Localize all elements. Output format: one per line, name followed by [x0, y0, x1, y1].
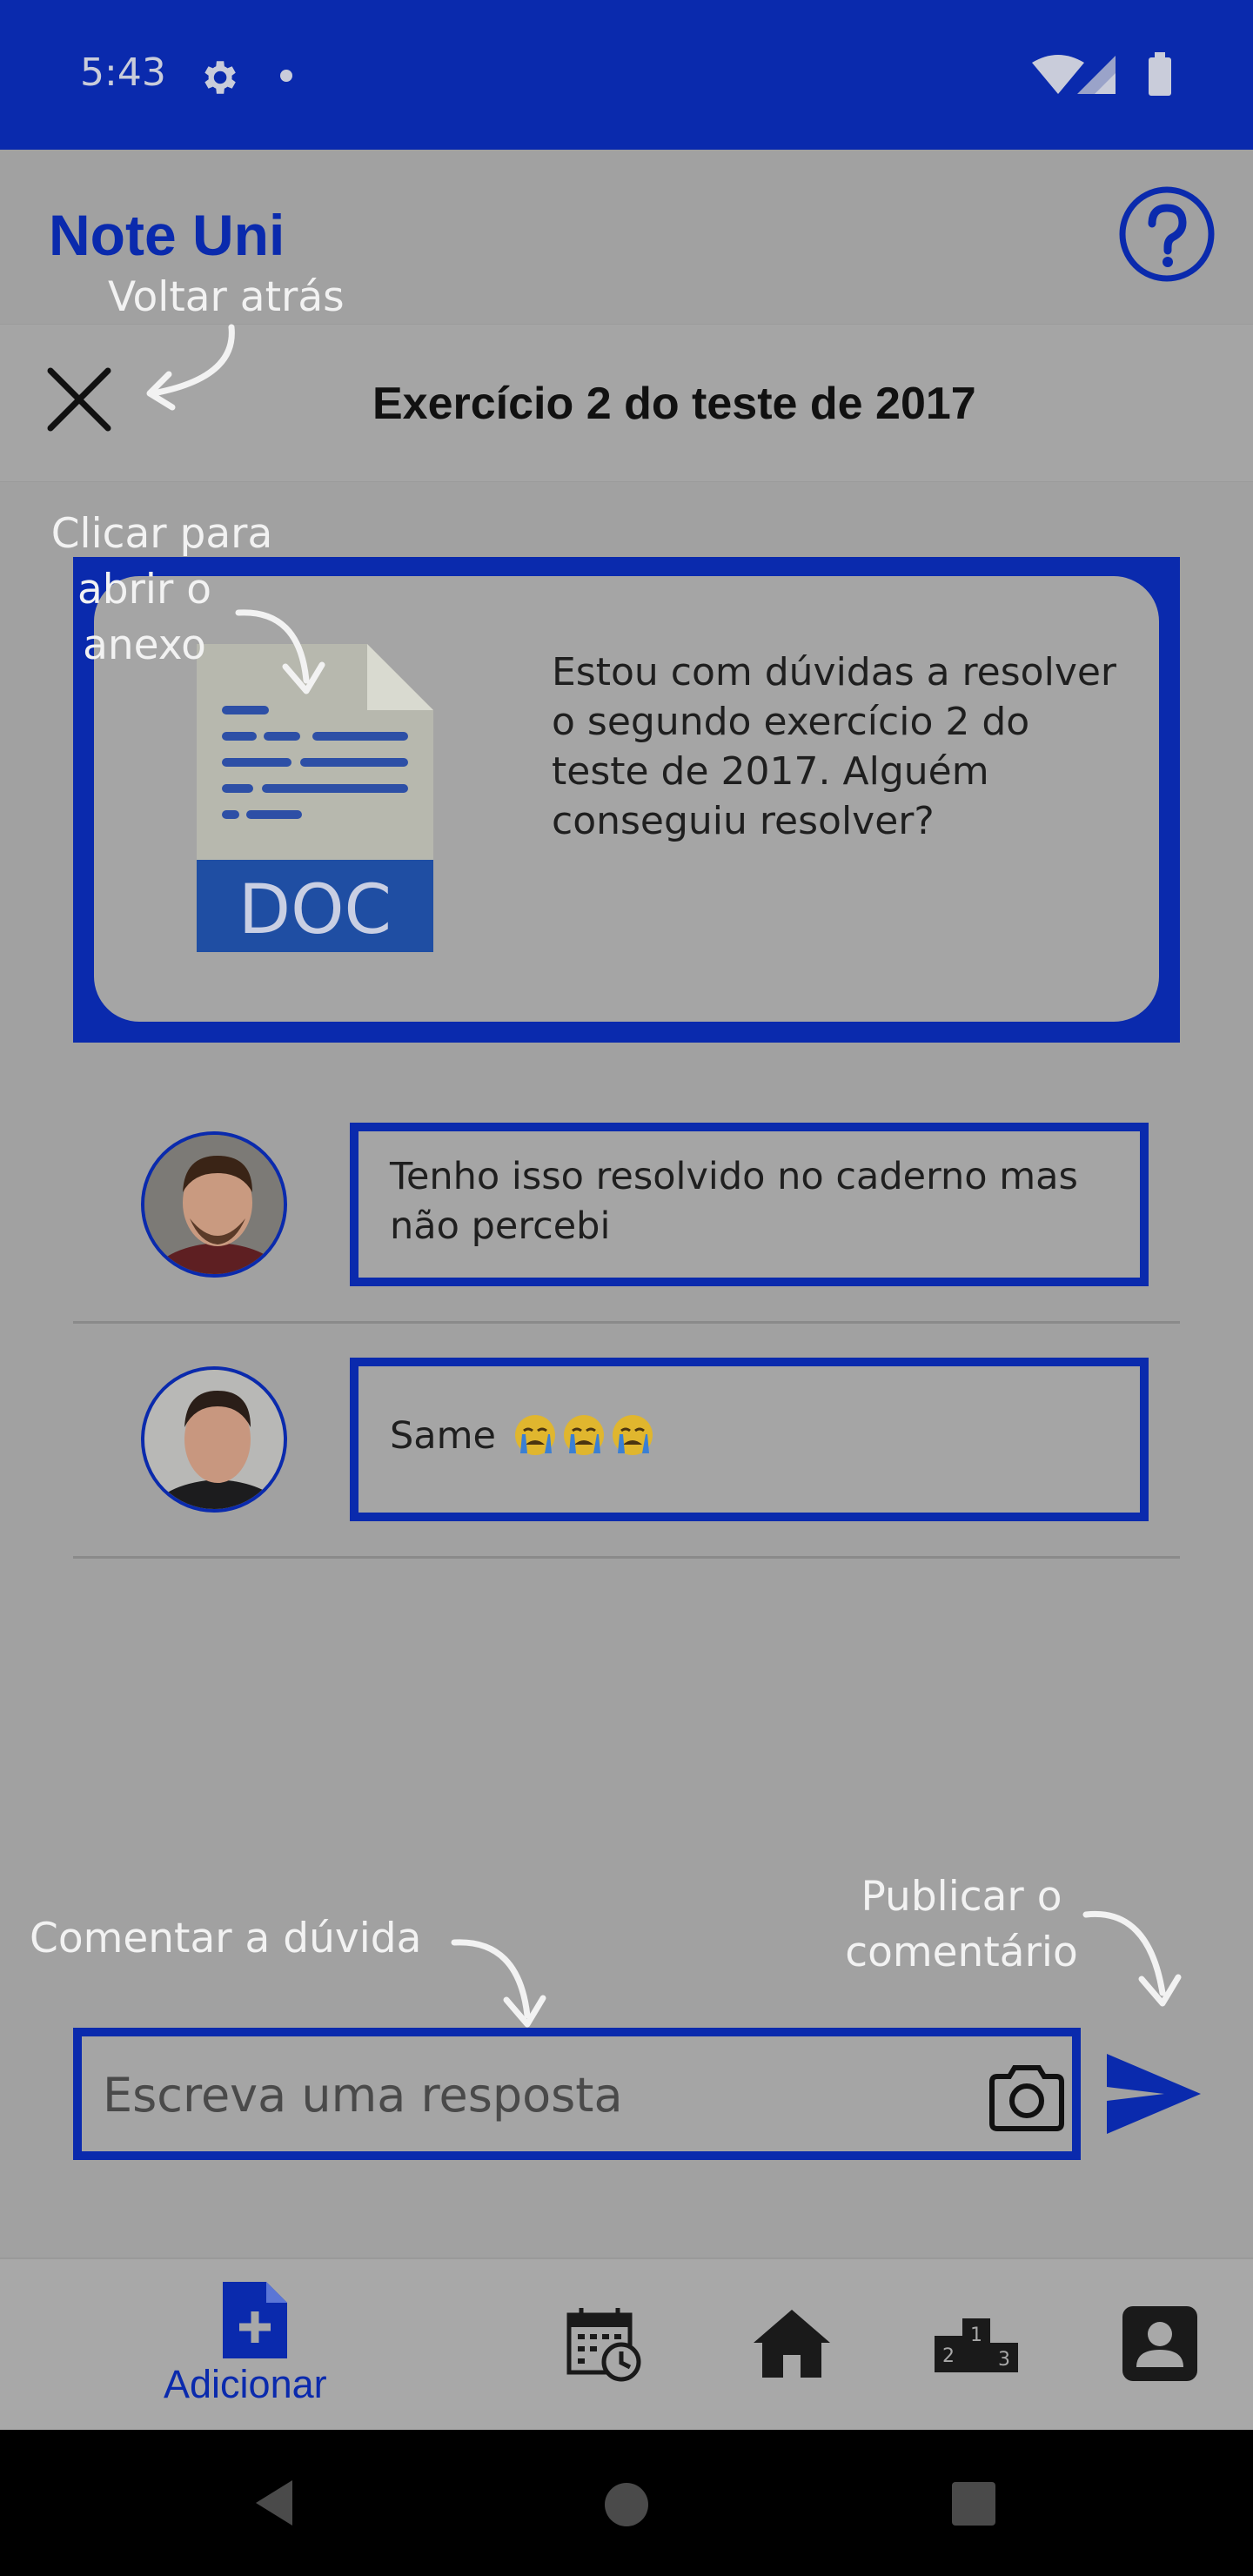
crying-face-emoji-icon: [612, 1415, 653, 1455]
divider: [73, 1321, 1180, 1324]
divider: [73, 1556, 1180, 1559]
annotation-arrow-icon: [146, 324, 235, 411]
camera-icon[interactable]: [987, 2063, 1067, 2132]
nav-item-add[interactable]: Adicionar: [148, 2259, 357, 2432]
annotation-publish: Publicar o comentário: [835, 1869, 1088, 1981]
svg-text:1: 1: [970, 2324, 982, 2346]
annotation-arrow-icon: [451, 1939, 546, 2028]
nav-add-label: Adicionar: [164, 2362, 327, 2406]
calendar-clock-icon: [566, 2308, 641, 2382]
reply-box: [73, 2028, 1081, 2160]
annotation-arrow-icon: [235, 609, 325, 694]
avatar: [141, 1366, 287, 1513]
comment-box: Same: [350, 1358, 1149, 1521]
comment-text-row: Same: [390, 1412, 1129, 1461]
annotation-arrow-icon: [1082, 1910, 1182, 2007]
home-icon: [754, 2310, 830, 2378]
add-document-icon: [223, 2282, 287, 2358]
comment-text: Tenho isso resolvido no caderno mas não …: [390, 1155, 1078, 1248]
recents-nav-icon[interactable]: [950, 2480, 997, 2527]
comment-box: Tenho isso resolvido no caderno mas não …: [350, 1123, 1149, 1286]
post-text: Estou com dúvidas a resolver o segundo e…: [552, 650, 1117, 843]
send-icon[interactable]: [1103, 2047, 1204, 2141]
bottom-nav: Adicionar 2 1 3: [0, 2257, 1253, 2430]
crying-face-emoji-icon: [514, 1415, 555, 1455]
status-time: 5:43: [80, 50, 166, 95]
nav-item-home[interactable]: [740, 2259, 853, 2432]
avatar: [141, 1131, 287, 1278]
back-nav-icon[interactable]: [252, 2479, 296, 2527]
system-nav-bar: [0, 2430, 1253, 2576]
settings-gear-icon: [204, 61, 236, 94]
status-bar: 5:43: [0, 0, 1253, 150]
notification-dot-icon: [280, 70, 292, 82]
crying-face-emoji-icon: [563, 1415, 604, 1455]
annotation-attachment-line1: Clicar para: [50, 510, 273, 558]
page-title: Exercício 2 do teste de 2017: [372, 379, 976, 429]
reply-input[interactable]: [103, 2056, 938, 2134]
annotation-back: Voltar atrás: [108, 273, 345, 321]
app-title: Note Uni: [49, 203, 285, 267]
doc-label: DOC: [238, 871, 392, 949]
nav-item-ranking[interactable]: 2 1 3: [922, 2259, 1035, 2432]
wifi-signal-battery-icons: [1032, 52, 1171, 96]
annotation-comment: Comentar a dúvida: [30, 1915, 422, 1962]
nav-item-calendar[interactable]: [548, 2259, 661, 2432]
profile-icon: [1122, 2306, 1197, 2381]
avatar-photo-icon: [144, 1135, 284, 1274]
podium-icon: 2 1 3: [935, 2318, 1018, 2372]
avatar-photo-icon: [144, 1370, 284, 1509]
home-nav-icon[interactable]: [602, 2480, 651, 2529]
close-icon[interactable]: [44, 364, 115, 435]
annotation-publish-line2: comentário: [845, 1929, 1078, 1976]
comment-text: Same: [390, 1414, 496, 1458]
annotation-publish-line1: Publicar o: [861, 1873, 1062, 1921]
nav-item-profile[interactable]: [1105, 2259, 1218, 2432]
svg-text:2: 2: [942, 2345, 955, 2367]
svg-text:3: 3: [998, 2349, 1010, 2371]
help-icon[interactable]: [1117, 184, 1216, 284]
